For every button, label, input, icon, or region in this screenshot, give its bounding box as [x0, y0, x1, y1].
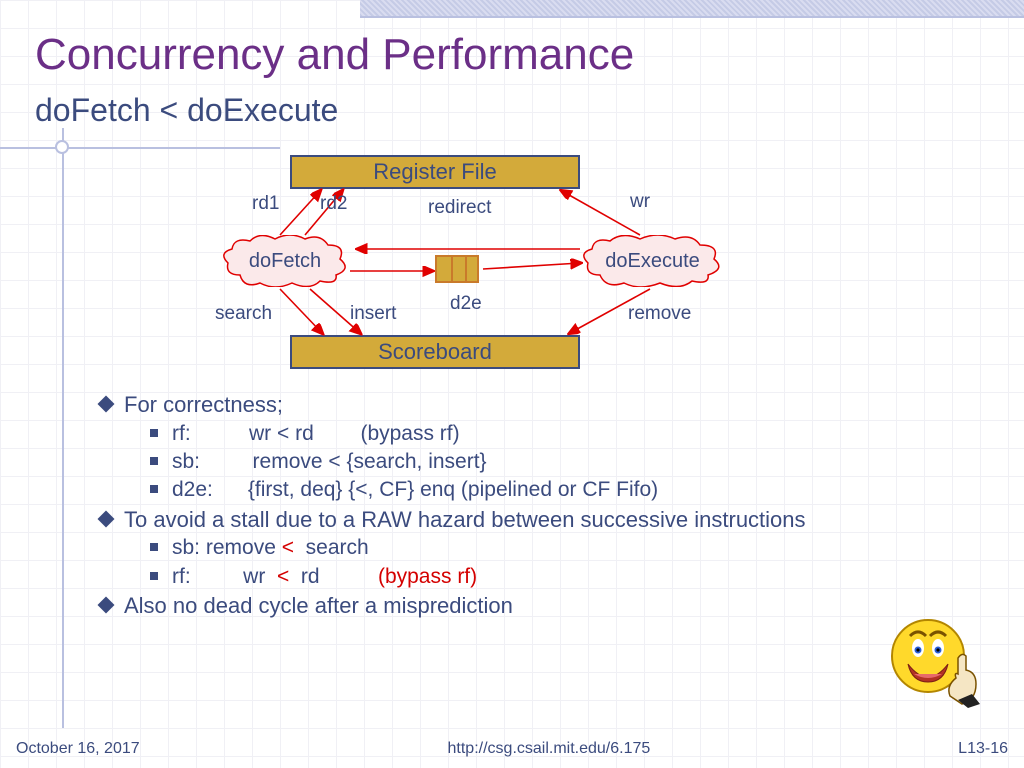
bullet-rf-wr: rf: wr < rd (bypass rf)	[150, 563, 980, 591]
slide-subtitle: doFetch < doExecute	[35, 92, 338, 129]
slide-title: Concurrency and Performance	[35, 30, 634, 80]
remove-label: remove	[628, 303, 691, 325]
b2b-pre: rf: wr	[172, 565, 277, 588]
b2a-pre: sb: remove	[172, 536, 282, 559]
footer-date: October 16, 2017	[16, 740, 140, 758]
b2b-mid: rd	[289, 565, 378, 588]
bullet-d2e: d2e: {first, deq} {<, CF} enq (pipelined…	[150, 476, 980, 504]
bullet-sb-remove: sb: remove < search	[150, 534, 980, 562]
rule-horizontal	[0, 147, 280, 149]
b2a-post: search	[294, 536, 369, 559]
dofetch-label: doFetch	[249, 250, 321, 273]
redirect-label: redirect	[428, 197, 491, 219]
rd1-label: rd1	[252, 193, 279, 215]
bullet-raw: To avoid a stall due to a RAW hazard bet…	[100, 505, 980, 535]
footer-page: L13-16	[958, 740, 1008, 758]
smiley-icon	[884, 608, 984, 708]
bullet-content: For correctness; rf: wr < rd (bypass rf)…	[90, 390, 980, 621]
footer-url: http://csg.csail.mit.edu/6.175	[448, 740, 651, 758]
bullet-correctness: For correctness;	[100, 390, 980, 420]
wr-label: wr	[630, 191, 650, 213]
bullet-rf: rf: wr < rd (bypass rf)	[150, 420, 980, 448]
b2b-bypass: (bypass rf)	[378, 565, 477, 588]
rd2-label: rd2	[320, 193, 347, 215]
bullet-deadcycle: Also no dead cycle after a misprediction	[100, 591, 980, 621]
insert-label: insert	[350, 303, 396, 325]
pipeline-diagram: Register File Scoreboard doFetch doExecu…	[210, 155, 770, 385]
d2e-label: d2e	[450, 293, 482, 315]
b2a-lt: <	[282, 536, 294, 559]
doexecute-label: doExecute	[605, 250, 700, 273]
bullet-sb: sb: remove < {search, insert}	[150, 448, 980, 476]
rule-dot	[55, 140, 69, 154]
top-accent-bar	[360, 0, 1024, 18]
b2b-lt: <	[277, 565, 289, 588]
search-label: search	[215, 303, 272, 325]
rule-vertical	[62, 128, 64, 728]
slide-footer: October 16, 2017 http://csg.csail.mit.ed…	[0, 740, 1024, 758]
